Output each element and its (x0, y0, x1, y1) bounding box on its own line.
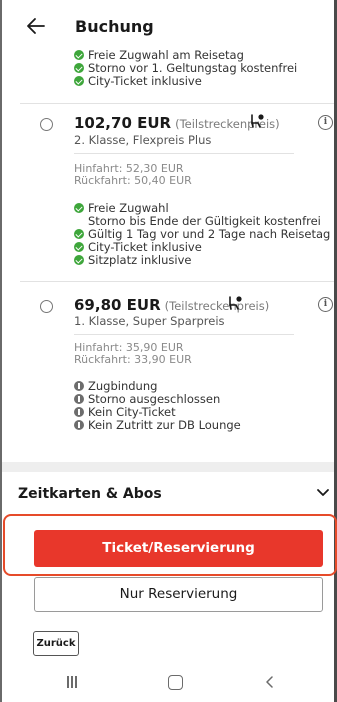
check-icon (74, 63, 84, 73)
back-button[interactable]: Zurück (33, 631, 79, 656)
offer-class-2: 1. Klasse, Super Sparpreis (74, 314, 225, 328)
feature-item: Kein Zutritt zur DB Lounge (74, 419, 241, 432)
return-price: Rückfahrt: 33,90 EUR (74, 353, 192, 366)
info-icon[interactable]: i (318, 115, 333, 130)
return-price: Rückfahrt: 50,40 EUR (74, 174, 192, 187)
check-icon (74, 229, 84, 239)
feature-item: Sitzplatz inklusive (74, 254, 191, 267)
zeitkarten-section[interactable]: Zeitkarten & Abos (2, 472, 334, 514)
seat-reservation-icon (251, 114, 264, 128)
divider (20, 281, 334, 282)
info-dot-icon (74, 420, 84, 430)
system-nav-bar (2, 663, 334, 702)
info-dot-icon (74, 394, 84, 404)
offer-class-1: 2. Klasse, Flexpreis Plus (74, 133, 212, 147)
check-icon (74, 50, 84, 60)
info-dot-icon (74, 407, 84, 417)
section-title: Zeitkarten & Abos (18, 486, 162, 502)
info-dot-icon (74, 381, 84, 391)
check-icon (74, 76, 84, 86)
divider (74, 153, 294, 154)
check-icon (74, 242, 84, 252)
page-title: Buchung (75, 17, 154, 36)
home-icon[interactable] (168, 675, 183, 690)
nav-back-icon[interactable] (264, 676, 276, 688)
feature-item: City-Ticket inklusive (74, 75, 202, 88)
recents-icon[interactable] (66, 676, 78, 688)
reservation-only-button[interactable]: Nur Reservierung (34, 577, 323, 612)
check-icon (74, 255, 84, 265)
left-edge (0, 0, 2, 702)
divider (74, 334, 294, 335)
check-icon (74, 203, 84, 213)
info-icon[interactable]: i (318, 297, 333, 312)
offer-radio-2[interactable] (40, 300, 53, 313)
app-header: Buchung (2, 0, 334, 50)
ticket-reservation-button[interactable]: Ticket/Reservierung (34, 530, 323, 567)
offer-radio-1[interactable] (40, 118, 53, 131)
chevron-down-icon (317, 489, 329, 496)
seat-reservation-icon (229, 296, 242, 310)
screen: Buchung Freie Zugwahl am Reisetag Storno… (0, 0, 337, 702)
back-arrow-icon[interactable] (26, 17, 46, 35)
section-separator (2, 462, 334, 472)
divider (20, 103, 334, 104)
